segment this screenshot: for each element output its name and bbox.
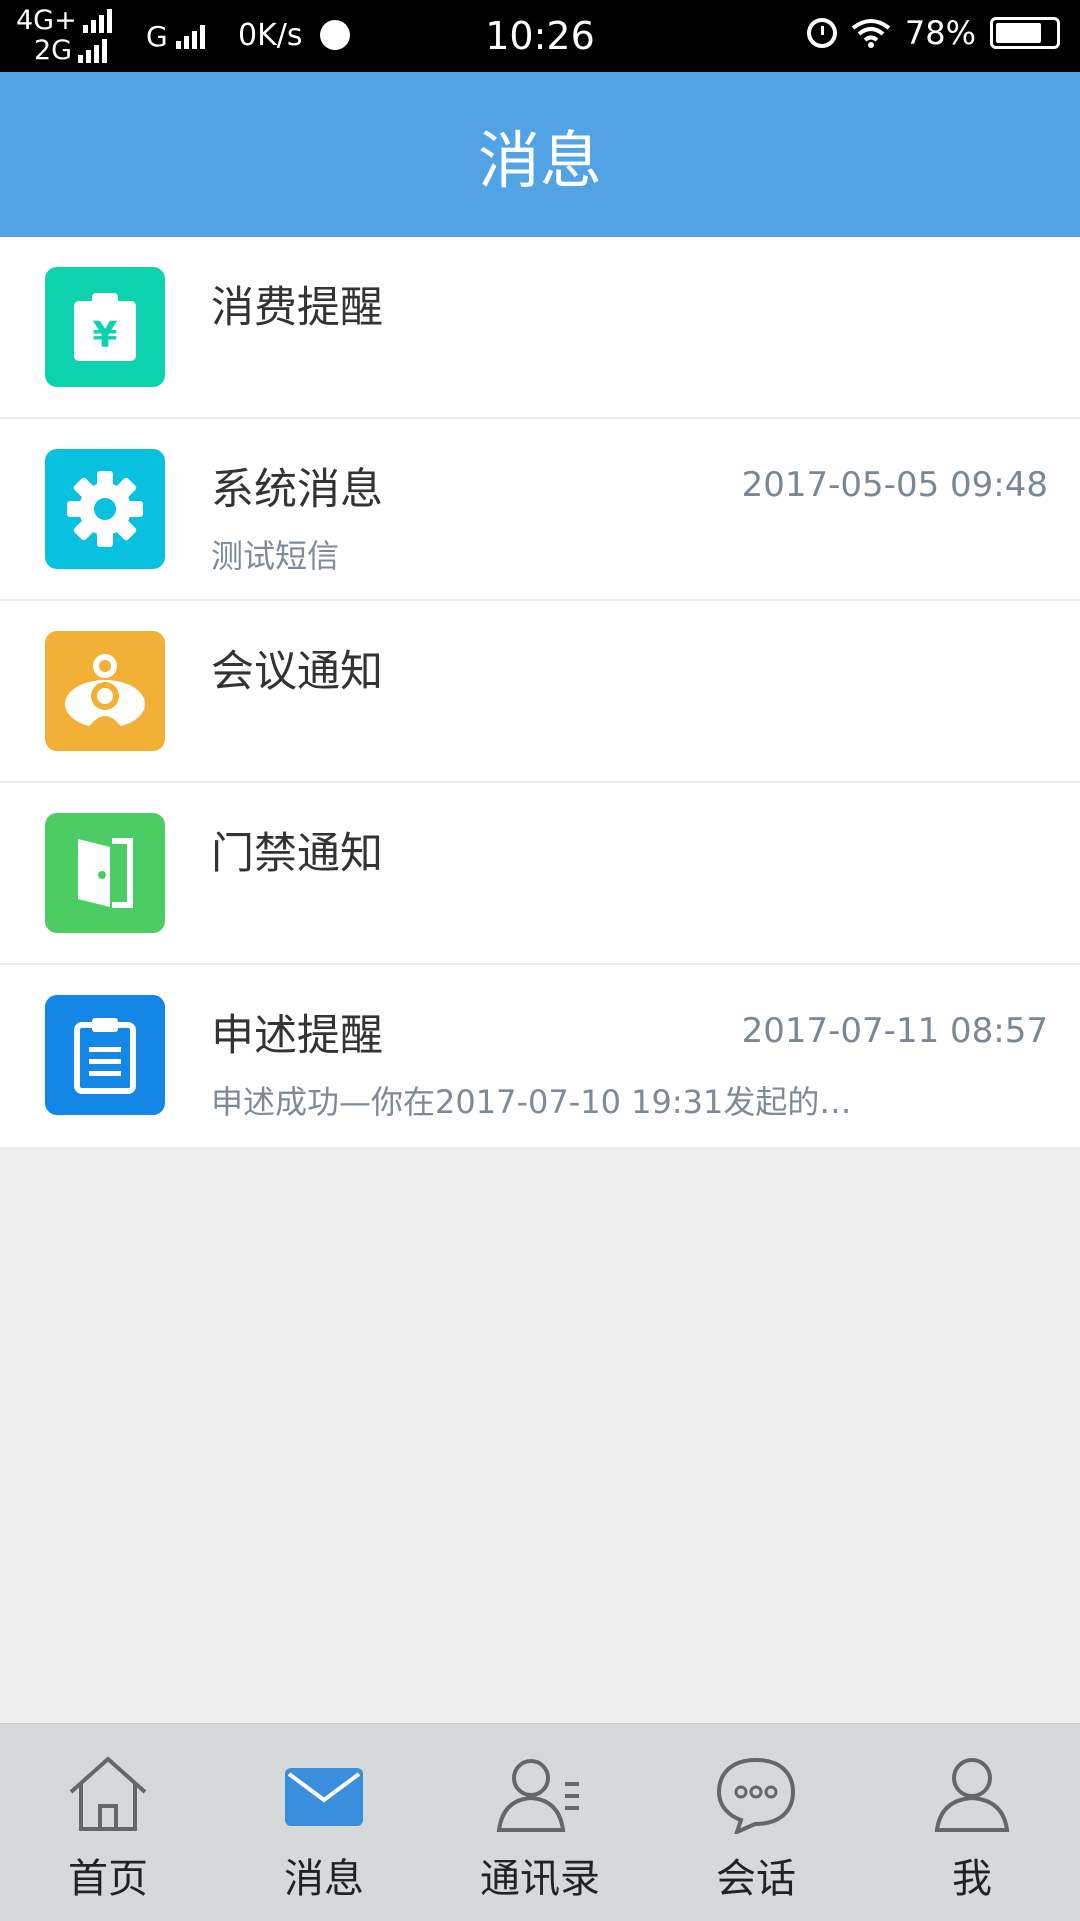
message-title: 申述提醒 [211,1011,383,1061]
svg-text:¥: ¥ [92,315,117,356]
wifi-icon [851,19,891,48]
meeting-icon [45,631,165,751]
nav-label: 首页 [68,1856,148,1902]
yuan-clipboard-icon: ¥ [45,267,165,387]
status-bar: 4G+ 2G G 0K/s 10:26 78% [0,0,1080,72]
nav-label: 通讯录 [480,1856,600,1902]
nav-label: 会话 [716,1856,796,1902]
message-time: 2017-07-11 08:57 [741,1011,1048,1051]
alarm-icon [806,18,837,48]
message-time: 2017-05-05 09:48 [741,465,1048,505]
nav-home[interactable]: 首页 [0,1724,216,1921]
door-icon [45,813,165,933]
home-icon [69,1756,147,1831]
message-list: ¥ 消费提醒 系统消息 2017-05-05 09:48 测试短信 会议通知 门… [0,237,1080,1147]
message-preview: 申述成功—你在2017-07-10 19:31发起的… [211,1083,852,1121]
bottom-nav: 首页 消息 通讯录 会话 我 [0,1723,1080,1921]
battery-icon [990,17,1060,49]
message-item-access[interactable]: 门禁通知 [0,783,1080,965]
message-title: 会议通知 [211,647,383,697]
message-preview: 测试短信 [211,537,340,575]
nav-label: 消息 [284,1856,364,1902]
message-title: 系统消息 [211,465,383,515]
message-item-consumption[interactable]: ¥ 消费提醒 [0,237,1080,419]
nav-contacts[interactable]: 通讯录 [432,1724,648,1921]
message-item-system[interactable]: 系统消息 2017-05-05 09:48 测试短信 [0,419,1080,601]
nav-me[interactable]: 我 [864,1724,1080,1921]
nav-chat[interactable]: 会话 [648,1724,864,1921]
clipboard-list-icon [45,995,165,1115]
gear-icon [45,449,165,569]
chat-icon [716,1757,796,1834]
user-icon [934,1758,1010,1832]
battery-percent: 78% [904,14,976,52]
mail-icon [285,1768,363,1826]
nav-label: 我 [952,1856,992,1902]
message-item-meeting[interactable]: 会议通知 [0,601,1080,783]
page-title: 消息 [0,72,1080,237]
message-title: 门禁通知 [211,829,383,879]
message-title: 消费提醒 [211,283,383,333]
message-item-appeal[interactable]: 申述提醒 2017-07-11 08:57 申述成功—你在2017-07-10 … [0,965,1080,1147]
contacts-icon [496,1759,579,1832]
nav-messages[interactable]: 消息 [216,1724,432,1921]
